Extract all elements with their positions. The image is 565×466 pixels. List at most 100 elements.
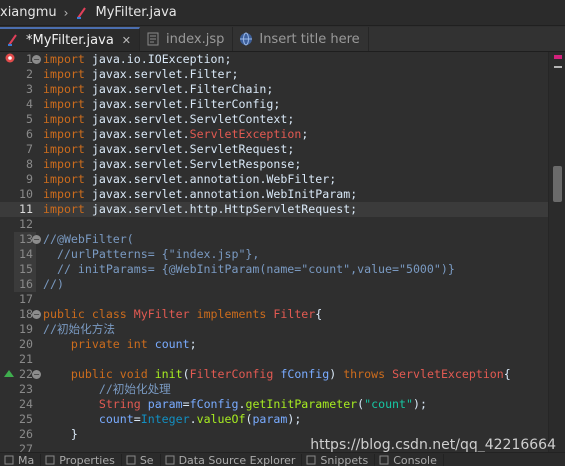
bottom-tab-label: Ma bbox=[18, 454, 35, 466]
line-number: 21 bbox=[19, 352, 33, 366]
code-text: //初始化方法 bbox=[43, 322, 115, 336]
bottom-tab[interactable]: Ma bbox=[0, 454, 42, 466]
code-line[interactable]: 1− import java.io.IOException; bbox=[0, 52, 548, 67]
line-number: 27 bbox=[19, 442, 33, 452]
code-line[interactable]: 22− public void init(FilterConfig fConfi… bbox=[0, 367, 548, 382]
vertical-scrollbar[interactable] bbox=[548, 52, 565, 452]
fold-toggle-icon[interactable]: − bbox=[32, 310, 41, 319]
line-number: 11 bbox=[19, 202, 33, 216]
code-line[interactable]: 24 String param=fConfig.getInitParameter… bbox=[0, 397, 548, 412]
editor-tab-bar: *MyFilter.java ✕ index.jsp Insert title … bbox=[0, 27, 565, 52]
code-text: //) bbox=[43, 277, 64, 291]
override-marker-icon[interactable] bbox=[4, 370, 14, 377]
panel-icon bbox=[379, 455, 389, 465]
code-line[interactable]: 14 //urlPatterns= {"index.jsp"}, bbox=[0, 247, 548, 262]
code-line[interactable]: 6 import javax.servlet.ServletException; bbox=[0, 127, 548, 142]
line-number: 8 bbox=[26, 157, 33, 171]
code-text: } bbox=[70, 427, 78, 441]
tab-label: index.jsp bbox=[166, 31, 225, 47]
code-line[interactable]: 10 import javax.servlet.annotation.WebIni… bbox=[0, 187, 548, 202]
line-number: 15 bbox=[19, 262, 33, 276]
code-line[interactable]: 3 import javax.servlet.FilterChain; bbox=[0, 82, 548, 97]
code-editor[interactable]: 1− import java.io.IOException; 2 import jav… bbox=[0, 52, 565, 452]
bottom-tab[interactable]: Data Source Explorer bbox=[161, 454, 303, 466]
bottom-tab-label: Se bbox=[139, 454, 154, 466]
line-number: 20 bbox=[19, 337, 33, 351]
code-line[interactable]: 9 import javax.servlet.annotation.WebFilt… bbox=[0, 172, 548, 187]
code-text: import javax.servlet.annotation.WebInitP… bbox=[43, 187, 358, 201]
code-line[interactable]: 17 bbox=[0, 292, 548, 307]
breadcrumb-file[interactable]: MyFilter.java bbox=[95, 5, 176, 20]
code-line[interactable]: 20 private int count; bbox=[0, 337, 548, 352]
line-number: 17 bbox=[19, 292, 33, 306]
bottom-tab[interactable]: Se bbox=[122, 454, 161, 466]
code-text: import javax.servlet.FilterChain; bbox=[43, 82, 274, 96]
close-icon[interactable]: ✕ bbox=[122, 34, 131, 47]
bottom-tab-label: Snippets bbox=[320, 454, 369, 466]
fold-toggle-icon[interactable]: − bbox=[32, 370, 41, 379]
code-line[interactable]: 11 import javax.servlet.http.HttpServletR… bbox=[0, 202, 548, 217]
code-line[interactable]: 8 import javax.servlet.ServletResponse; bbox=[0, 157, 548, 172]
code-line[interactable]: 13−//@WebFilter( bbox=[0, 232, 548, 247]
line-number: 18 bbox=[19, 307, 33, 321]
bottom-tab[interactable]: Properties bbox=[41, 454, 122, 466]
code-text: import javax.servlet.http.HttpServletReq… bbox=[43, 202, 358, 216]
browser-globe-icon bbox=[239, 32, 253, 46]
code-text: //urlPatterns= {"index.jsp"}, bbox=[56, 247, 260, 261]
chevron-right-icon: › bbox=[63, 5, 69, 20]
bottom-panel-tabs: Ma Properties Se Data Source Explorer Snippe… bbox=[0, 452, 565, 466]
tab-label: *MyFilter.java bbox=[26, 32, 114, 48]
code-text: import javax.servlet.FilterConfig; bbox=[43, 97, 281, 111]
error-marker[interactable] bbox=[554, 55, 562, 59]
line-number: 25 bbox=[19, 412, 33, 426]
code-text: public class MyFilter implements Filter{ bbox=[43, 307, 323, 321]
tab-index-jsp[interactable]: index.jsp bbox=[140, 27, 234, 51]
code-line[interactable]: 2 import javax.servlet.Filter; bbox=[0, 67, 548, 82]
tab-insert-title-here[interactable]: Insert title here bbox=[233, 27, 369, 51]
line-number: 19 bbox=[19, 322, 33, 336]
tab-myfilter-java[interactable]: *MyFilter.java ✕ bbox=[0, 27, 141, 51]
scrollbar-thumb[interactable] bbox=[553, 166, 562, 202]
line-number: 14 bbox=[19, 247, 33, 261]
code-text: import javax.servlet.Filter; bbox=[43, 67, 239, 81]
code-text: count=Integer.valueOf(param); bbox=[98, 412, 302, 426]
code-text: import javax.servlet.ServletException; bbox=[43, 127, 309, 141]
code-line[interactable]: 23 //初始化处理 bbox=[0, 382, 548, 397]
code-text: public void init(FilterConfig fConfig) t… bbox=[70, 367, 511, 381]
code-line[interactable]: 15 // initParams= {@WebInitParam(name="c… bbox=[0, 262, 548, 277]
code-text: // initParams= {@WebInitParam(name="coun… bbox=[56, 262, 455, 276]
code-line[interactable]: 19 //初始化方法 bbox=[0, 322, 548, 337]
line-number: 1 bbox=[26, 52, 33, 66]
code-text: import javax.servlet.ServletContext; bbox=[43, 112, 295, 126]
code-line[interactable]: 7 import javax.servlet.ServletRequest; bbox=[0, 142, 548, 157]
code-line[interactable]: 12 bbox=[0, 217, 548, 232]
code-text: String param=fConfig.getInitParameter("c… bbox=[98, 397, 427, 411]
tab-label: Insert title here bbox=[259, 31, 360, 47]
code-text: import javax.servlet.annotation.WebFilte… bbox=[43, 172, 337, 186]
fold-toggle-icon[interactable]: − bbox=[32, 235, 41, 244]
code-line[interactable]: 5 import javax.servlet.ServletContext; bbox=[0, 112, 548, 127]
panel-icon bbox=[126, 455, 136, 465]
code-text: //初始化处理 bbox=[98, 382, 171, 396]
bottom-tab[interactable]: Console bbox=[375, 454, 444, 466]
code-line[interactable]: 21 bbox=[0, 352, 548, 367]
line-number: 4 bbox=[26, 97, 33, 111]
code-line[interactable]: 16 //) bbox=[0, 277, 548, 292]
breadcrumb-project[interactable]: xiangmu bbox=[0, 5, 57, 20]
code-line[interactable]: 4 import javax.servlet.FilterConfig; bbox=[0, 97, 548, 112]
panel-icon bbox=[4, 455, 14, 465]
code-line[interactable]: 25 count=Integer.valueOf(param); bbox=[0, 412, 548, 427]
java-file-icon bbox=[75, 6, 89, 20]
bottom-tab[interactable]: Snippets bbox=[302, 454, 376, 466]
bottom-tab-label: Console bbox=[393, 454, 437, 466]
code-line[interactable]: 18− public class MyFilter implements Filt… bbox=[0, 307, 548, 322]
panel-icon bbox=[45, 455, 55, 465]
overview-marker[interactable] bbox=[554, 66, 562, 68]
breakpoint-marker-icon[interactable] bbox=[4, 53, 16, 65]
line-number: 26 bbox=[19, 427, 33, 441]
code-text: private int count; bbox=[70, 337, 197, 351]
fold-toggle-icon[interactable]: − bbox=[32, 55, 41, 64]
code-text: import java.io.IOException; bbox=[43, 52, 232, 66]
line-number: 22 bbox=[19, 367, 33, 381]
line-number: 13 bbox=[19, 232, 33, 246]
